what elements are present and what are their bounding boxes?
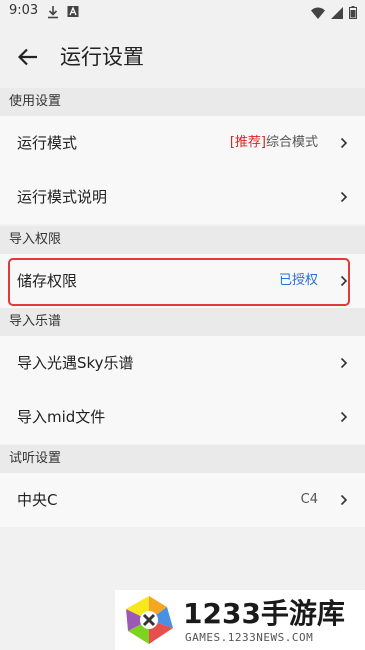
page-title: 运行设置 [60, 45, 144, 69]
download-icon [47, 4, 59, 23]
run-mode-value: [推荐]综合模式 [230, 116, 318, 170]
row-import-mid-file[interactable]: 导入mid文件 [0, 390, 365, 444]
chevron-right-icon [340, 137, 348, 149]
font-a-icon [67, 4, 79, 23]
row-import-sky-score[interactable]: 导入光遇Sky乐谱 [0, 336, 365, 390]
section-header-usage: 使用设置 [0, 88, 365, 116]
watermark: 1233手游库 GAMES.1233NEWS.COM [115, 590, 365, 650]
battery-icon [349, 4, 357, 23]
signal-icon [331, 4, 343, 23]
chevron-right-icon [340, 494, 348, 506]
row-run-mode[interactable]: 运行模式 [推荐]综合模式 [0, 116, 365, 170]
section-header-import-permission: 导入权限 [0, 226, 365, 254]
recommended-tag: [推荐] [229, 135, 266, 150]
section-header-import-score: 导入乐谱 [0, 308, 365, 336]
run-mode-value-text: 综合模式 [265, 135, 318, 150]
row-label: 运行模式 [17, 134, 78, 152]
row-label: 中央C [17, 491, 58, 509]
section-header-preview: 试听设置 [0, 445, 365, 473]
brand-logo-icon [126, 596, 173, 644]
chevron-right-icon [340, 275, 348, 287]
wifi-icon [311, 4, 325, 23]
row-label: 导入光遇Sky乐谱 [17, 354, 134, 372]
chevron-right-icon [340, 411, 348, 423]
watermark-brand: 1233手游库 [183, 597, 345, 630]
row-middle-c[interactable]: 中央C C4 [0, 473, 365, 527]
row-label: 储存权限 [17, 272, 78, 290]
app-bar: 运行设置 [0, 26, 365, 88]
middle-c-value: C4 [300, 492, 318, 507]
chevron-right-icon [340, 191, 348, 203]
back-button[interactable] [14, 43, 42, 71]
chevron-right-icon [340, 357, 348, 369]
status-bar: 9:03 [0, 0, 365, 26]
row-storage-permission[interactable]: 储存权限 已授权 [0, 254, 365, 308]
row-label: 运行模式说明 [17, 188, 108, 206]
arrow-left-icon [18, 48, 37, 66]
authorized-status: 已授权 [278, 273, 318, 288]
watermark-url: GAMES.1233NEWS.COM [185, 631, 314, 644]
row-label: 导入mid文件 [17, 408, 106, 426]
row-run-mode-help[interactable]: 运行模式说明 [0, 170, 365, 224]
status-time: 9:03 [9, 3, 39, 18]
